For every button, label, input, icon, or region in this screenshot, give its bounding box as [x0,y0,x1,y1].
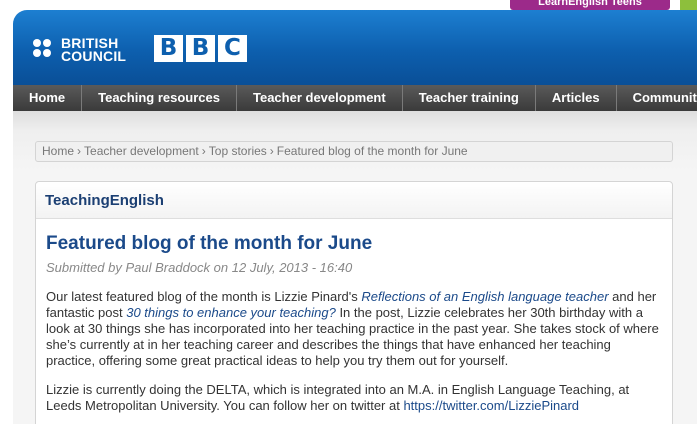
nav-item-teacher-development[interactable]: Teacher development [237,85,403,111]
bbc-letter-3: C [218,35,247,62]
site-header: BRITISH COUNCIL B B C [13,10,697,85]
author-name[interactable]: Paul Braddock [126,260,211,275]
nav-item-home[interactable]: Home [13,85,83,111]
nav-item-articles[interactable]: Articles [536,85,617,111]
breadcrumb-separator: › [77,144,82,158]
p1-text-a: Our latest featured blog of the month is… [46,289,362,304]
breadcrumb-separator: › [269,144,274,158]
reflections-blog-link[interactable]: Reflections of an English language teach… [361,289,608,304]
main-nav: Home Teaching resources Teacher developm… [13,85,697,111]
nav-item-teacher-training[interactable]: Teacher training [403,85,536,111]
learnenglish-teens-label: LearnEnglish Teens [538,0,642,8]
british-council-line2: COUNCIL [61,48,127,64]
twitter-link[interactable]: https://twitter.com/LizziePinard [403,398,579,413]
breadcrumb-current: Featured blog of the month for June [276,144,468,158]
nav-item-community[interactable]: Community [617,85,697,111]
article-meta: Submitted by Paul Braddock on 12 July, 2… [46,260,662,276]
british-council-logo[interactable]: BRITISH COUNCIL [33,34,126,66]
breadcrumb-teacher-development[interactable]: Teacher development [84,144,199,158]
breadcrumb-top-stories[interactable]: Top stories [209,144,267,158]
article-panel: TeachingEnglish Featured blog of the mon… [35,181,673,424]
bbc-letter-2: B [186,35,215,62]
british-council-wordmark: BRITISH COUNCIL [61,36,127,64]
submitted-on: on [210,260,232,275]
bbc-letter-1: B [154,35,183,62]
breadcrumb-separator: › [201,144,206,158]
article: Featured blog of the month for June Subm… [36,233,672,414]
panel-title[interactable]: TeachingEnglish [36,182,672,219]
article-paragraph-2: Lizzie is currently doing the DELTA, whi… [46,382,662,414]
british-council-dots-icon [33,39,55,61]
learnenglish-teens-tab[interactable]: LearnEnglish Teens [510,0,670,10]
article-paragraph-1: Our latest featured blog of the month is… [46,289,662,369]
submitted-prefix: Submitted by [46,260,126,275]
secondary-tab[interactable] [680,0,697,10]
bbc-logo[interactable]: B B C [154,35,247,62]
breadcrumb-home[interactable]: Home [42,144,74,158]
thirty-things-post-link[interactable]: 30 things to enhance your teaching? [126,305,336,320]
article-title: Featured blog of the month for June [46,233,373,254]
breadcrumb: Home › Teacher development › Top stories › Fea… [35,141,673,162]
nav-item-teaching-resources[interactable]: Teaching resources [82,85,237,111]
article-date: 12 July, 2013 - 16:40 [231,260,353,275]
